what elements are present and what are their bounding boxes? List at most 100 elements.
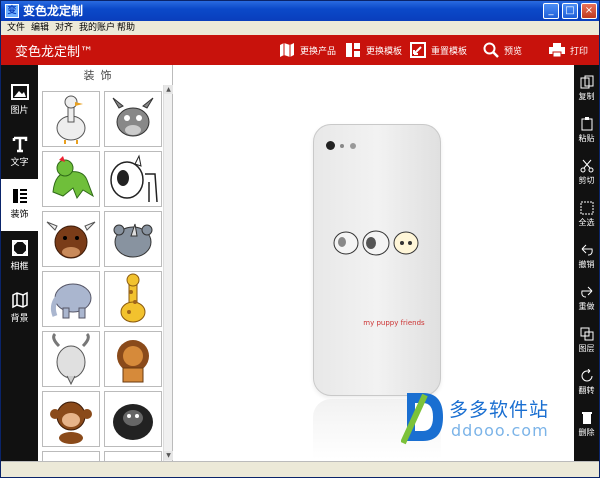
maximize-button[interactable]: □ <box>562 3 578 19</box>
flip-icon <box>580 368 594 383</box>
tool-redo-label: 重做 <box>578 302 595 311</box>
copy-icon <box>580 75 594 89</box>
sticker-monkey[interactable] <box>42 391 100 447</box>
tool-flip[interactable]: 翻转 <box>574 365 599 399</box>
mic-dot <box>350 143 356 149</box>
sticker-donkey[interactable] <box>104 91 162 147</box>
tool-flip-label: 翻转 <box>578 386 595 395</box>
tool-select-all[interactable]: 全选 <box>574 197 599 231</box>
sticker-rhino[interactable] <box>104 211 162 267</box>
redo-icon <box>580 285 594 299</box>
tool-text[interactable]: 文字 <box>1 127 38 179</box>
tool-frame-label: 相框 <box>10 262 29 272</box>
right-tool-bar: 复制 粘贴 剪切 全选 撤销 重做 图层 翻转 删除 <box>574 65 599 461</box>
watermark-en: ddooo.com <box>451 421 549 440</box>
print-button[interactable]: 打印 <box>548 35 588 65</box>
change-product-button[interactable]: 更换产品 <box>278 35 336 65</box>
scroll-up-arrow[interactable]: ▲ <box>164 85 173 94</box>
scroll-down-arrow[interactable]: ▼ <box>164 451 173 460</box>
sticker-goat[interactable] <box>42 331 100 387</box>
change-template-button[interactable]: 更换模板 <box>344 35 402 65</box>
paste-icon <box>580 117 594 131</box>
design-caption: my puppy friends <box>363 319 425 327</box>
decoration-icon <box>11 187 29 205</box>
tool-text-label: 文字 <box>10 158 29 168</box>
tool-decoration-label: 装饰 <box>10 210 29 220</box>
tool-delete[interactable]: 删除 <box>574 407 599 441</box>
background-icon <box>11 291 29 309</box>
panel-title: 装饰 <box>83 69 118 82</box>
left-tool-bar: 图片 文字 装饰 相框 背景 <box>1 65 38 461</box>
tool-paste[interactable]: 粘贴 <box>574 113 599 147</box>
search-icon <box>482 41 500 59</box>
tool-frame[interactable]: 相框 <box>1 231 38 283</box>
sticker-goose[interactable] <box>42 91 100 147</box>
status-bar <box>1 461 599 477</box>
frame-icon <box>11 239 29 257</box>
menu-help[interactable]: 帮助 <box>117 21 135 35</box>
reset-icon <box>409 41 427 59</box>
image-icon <box>10 83 29 101</box>
tool-background-label: 背景 <box>10 314 29 324</box>
map-icon <box>278 41 296 59</box>
watermark: 多多软件站 ddooo.com <box>401 387 571 447</box>
tool-cut-label: 剪切 <box>578 176 595 185</box>
reset-template-button[interactable]: 重置模板 <box>409 35 467 65</box>
scissors-icon <box>580 159 594 173</box>
change-template-label: 更换模板 <box>366 46 403 57</box>
sticker-giraffe[interactable] <box>104 271 162 327</box>
preview-button[interactable]: 预览 <box>482 35 522 65</box>
print-label: 打印 <box>570 46 589 57</box>
tool-copy-label: 复制 <box>578 92 595 101</box>
tool-paste-label: 粘贴 <box>578 134 595 143</box>
sticker-bull[interactable] <box>42 211 100 267</box>
sticker-partial[interactable] <box>104 451 162 461</box>
layers-icon <box>580 327 594 341</box>
tool-background[interactable]: 背景 <box>1 283 38 335</box>
sticker-dog[interactable] <box>104 151 162 207</box>
tool-undo-label: 撤销 <box>578 260 595 269</box>
tool-layers-label: 图层 <box>578 344 595 353</box>
tool-copy[interactable]: 复制 <box>574 71 599 105</box>
watermark-logo-icon <box>401 393 443 445</box>
text-icon <box>11 135 29 153</box>
printer-icon <box>548 41 566 59</box>
sticker-dinosaur[interactable] <box>42 151 100 207</box>
camera-lens <box>326 141 335 150</box>
puppy-design-art[interactable] <box>324 221 434 261</box>
tool-undo[interactable]: 撤销 <box>574 239 599 273</box>
template-icon <box>344 41 362 59</box>
tool-select-all-label: 全选 <box>578 218 595 227</box>
minimize-button[interactable]: _ <box>543 3 559 19</box>
tool-delete-label: 删除 <box>578 428 595 437</box>
tool-decoration[interactable]: 装饰 <box>1 179 38 231</box>
tool-cut[interactable]: 剪切 <box>574 155 599 189</box>
menu-bar: 文件 编辑 对齐 我的账户 帮助 <box>1 21 599 35</box>
menu-account[interactable]: 我的账户 <box>79 21 115 35</box>
sticker-lion[interactable] <box>104 331 162 387</box>
decoration-panel: 装饰 <box>38 65 173 461</box>
watermark-cn: 多多软件站 <box>449 399 550 421</box>
tool-layers[interactable]: 图层 <box>574 323 599 357</box>
brand-logo: 变色龙定制™ <box>15 45 94 60</box>
panel-scrollbar[interactable]: ▲ ▼ <box>163 85 173 461</box>
title-bar[interactable]: 变 变色龙定制 _ □ × <box>1 1 599 21</box>
close-button[interactable]: × <box>581 3 597 19</box>
tool-redo[interactable]: 重做 <box>574 281 599 315</box>
menu-edit[interactable]: 编辑 <box>31 21 49 35</box>
design-canvas[interactable]: my puppy friends 多多软件站 ddooo.com <box>173 65 574 461</box>
tool-image[interactable]: 图片 <box>1 75 38 127</box>
undo-icon <box>580 243 594 257</box>
flash-dot <box>340 144 344 148</box>
sticker-gorilla[interactable] <box>104 391 162 447</box>
menu-align[interactable]: 对齐 <box>55 21 73 35</box>
tool-image-label: 图片 <box>10 106 29 116</box>
app-window: 变 变色龙定制 _ □ × 文件 编辑 对齐 我的账户 帮助 变色龙定制™ 更换… <box>0 0 600 478</box>
sticker-partial[interactable] <box>42 451 100 461</box>
reset-template-label: 重置模板 <box>431 46 468 57</box>
menu-file[interactable]: 文件 <box>7 21 25 35</box>
sticker-elephant[interactable] <box>42 271 100 327</box>
phone-case[interactable]: my puppy friends <box>313 124 441 396</box>
window-title: 变色龙定制 <box>23 4 84 18</box>
select-all-icon <box>580 201 594 215</box>
